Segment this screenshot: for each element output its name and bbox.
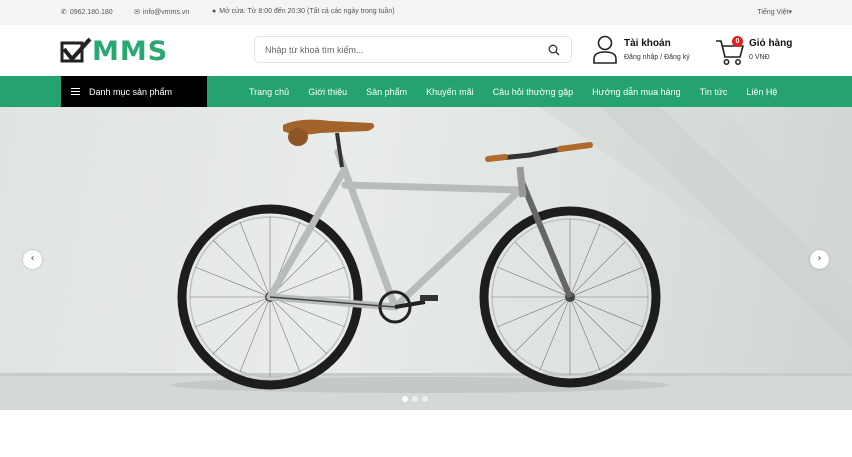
nav-item-buying-guide[interactable]: Hướng dẫn mua hàng bbox=[592, 87, 680, 97]
cart-total: 0 VNĐ bbox=[749, 54, 770, 61]
category-menu-label: Danh mục sản phẩm bbox=[89, 86, 173, 97]
email-address: info@vmms.vn bbox=[142, 8, 190, 16]
user-icon bbox=[593, 35, 617, 64]
nav-item-news[interactable]: Tin tức bbox=[700, 87, 728, 97]
login-register-link[interactable]: Đăng nhập / Đăng ký bbox=[624, 54, 690, 61]
site-logo[interactable]: MMS bbox=[60, 37, 168, 65]
search-input[interactable] bbox=[265, 42, 535, 58]
chevron-left-icon: ‹ bbox=[30, 253, 35, 264]
slider-pagination bbox=[402, 396, 428, 402]
top-bar: ✆ 0962.180.180 ✉ info@vmms.vn ● Mở cửa: … bbox=[0, 0, 852, 25]
account-block[interactable]: Tài khoản Đăng nhập / Đăng ký bbox=[592, 35, 702, 67]
phone-icon: ✆ bbox=[61, 9, 67, 16]
slider-dot[interactable] bbox=[402, 396, 408, 402]
opening-hours-text: Mở cửa: Từ 8:00 đến 20:30 (Tất cả các ng… bbox=[219, 8, 395, 15]
language-selector[interactable]: Tiếng Việt▾ bbox=[757, 8, 792, 16]
slider-next-button[interactable]: › bbox=[810, 250, 829, 269]
checkmark-logo-icon bbox=[60, 37, 92, 63]
nav-item-about[interactable]: Giới thiệu bbox=[308, 87, 347, 97]
chevron-right-icon: › bbox=[817, 253, 822, 264]
hamburger-icon bbox=[71, 88, 80, 96]
phone-number: 0962.180.180 bbox=[69, 8, 113, 16]
slider-prev-button[interactable]: ‹ bbox=[23, 250, 42, 269]
cart-title: Giỏ hàng bbox=[749, 38, 793, 49]
cart-block[interactable]: 0 Giỏ hàng 0 VNĐ bbox=[715, 35, 800, 67]
nav-item-faq[interactable]: Câu hỏi thường gặp bbox=[493, 87, 573, 97]
nav-item-products[interactable]: Sản phẩm bbox=[366, 87, 407, 97]
cart-count-badge: 0 bbox=[732, 36, 743, 47]
search-box bbox=[254, 36, 572, 63]
nav-item-promotions[interactable]: Khuyến mãi bbox=[426, 87, 474, 97]
search-icon[interactable] bbox=[548, 44, 560, 56]
language-label: Tiếng Việt bbox=[757, 9, 789, 16]
hero-slider: ‹ › bbox=[0, 107, 852, 410]
opening-hours: ● Mở cửa: Từ 8:00 đến 20:30 (Tất cả các … bbox=[212, 8, 395, 15]
main-navigation: Danh mục sản phẩm Trang chủ Giới thiệu S… bbox=[0, 76, 852, 107]
account-title: Tài khoản bbox=[624, 38, 671, 49]
mail-icon: ✉ bbox=[134, 9, 140, 16]
logo-text: MMS bbox=[92, 35, 169, 67]
site-header: MMS Tài khoản Đăng nhập / Đăng ký 0 Giỏ … bbox=[0, 25, 852, 76]
category-menu-button[interactable]: Danh mục sản phẩm bbox=[61, 76, 207, 107]
email-contact[interactable]: ✉ info@vmms.vn bbox=[134, 8, 190, 17]
caret-down-icon: ▾ bbox=[788, 9, 792, 16]
slider-dot[interactable] bbox=[422, 396, 428, 402]
nav-menu: Trang chủ Giới thiệu Sản phẩm Khuyến mãi… bbox=[249, 76, 777, 107]
phone-contact[interactable]: ✆ 0962.180.180 bbox=[61, 8, 113, 17]
nav-item-home[interactable]: Trang chủ bbox=[249, 87, 289, 97]
nav-item-contact[interactable]: Liên Hệ bbox=[746, 87, 777, 97]
slider-dot[interactable] bbox=[412, 396, 418, 402]
clock-icon: ● bbox=[212, 8, 217, 15]
bicycle-banner-image bbox=[0, 107, 852, 410]
